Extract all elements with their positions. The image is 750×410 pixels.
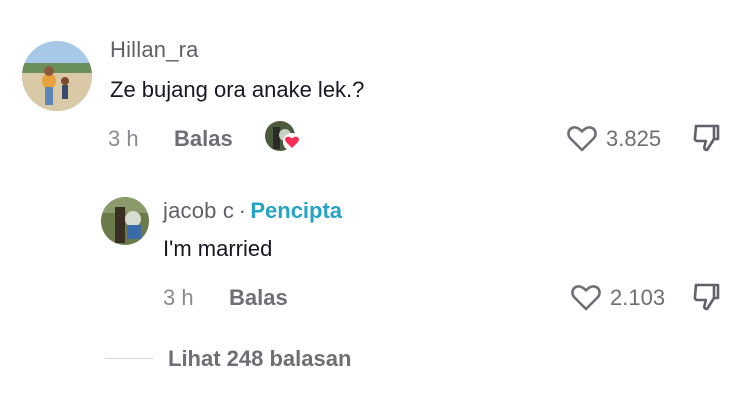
comment-reply-button[interactable]: Balas	[174, 126, 233, 152]
heart-outline-icon	[571, 285, 601, 311]
thumb-down-icon	[693, 283, 720, 311]
comment-text: Ze bujang ora anake lek.?	[110, 77, 365, 102]
commenter-username[interactable]: Hillan_ra	[110, 37, 199, 63]
liked-by-creator-badge	[265, 121, 303, 155]
comment-timestamp: 3 h	[108, 126, 139, 151]
reply-like-count: 2.103	[610, 285, 666, 310]
reply-like-button[interactable]	[569, 281, 603, 313]
comment-dislike-button[interactable]	[690, 122, 722, 154]
reply-timestamp: 3 h	[163, 285, 194, 310]
heart-outline-icon	[567, 126, 597, 152]
view-replies-button[interactable]: Lihat 248 balasan	[168, 346, 351, 372]
reply-reply-button[interactable]: Balas	[229, 285, 288, 311]
reply-header: jacob c · Pencipta	[163, 198, 342, 224]
reply-dislike-button[interactable]	[690, 281, 722, 313]
comment-like-button[interactable]	[565, 122, 599, 154]
comment-like-count: 3.825	[606, 126, 662, 151]
reply-username[interactable]: jacob c	[163, 198, 234, 223]
creator-label: Pencipta	[250, 198, 343, 223]
commenter-avatar[interactable]	[22, 41, 92, 111]
name-separator: ·	[238, 198, 246, 223]
reply-avatar[interactable]	[101, 197, 149, 245]
replies-divider	[105, 358, 153, 359]
thumb-down-icon	[693, 124, 720, 152]
heart-badge-icon	[283, 133, 301, 151]
reply-text: I'm married	[163, 236, 273, 261]
